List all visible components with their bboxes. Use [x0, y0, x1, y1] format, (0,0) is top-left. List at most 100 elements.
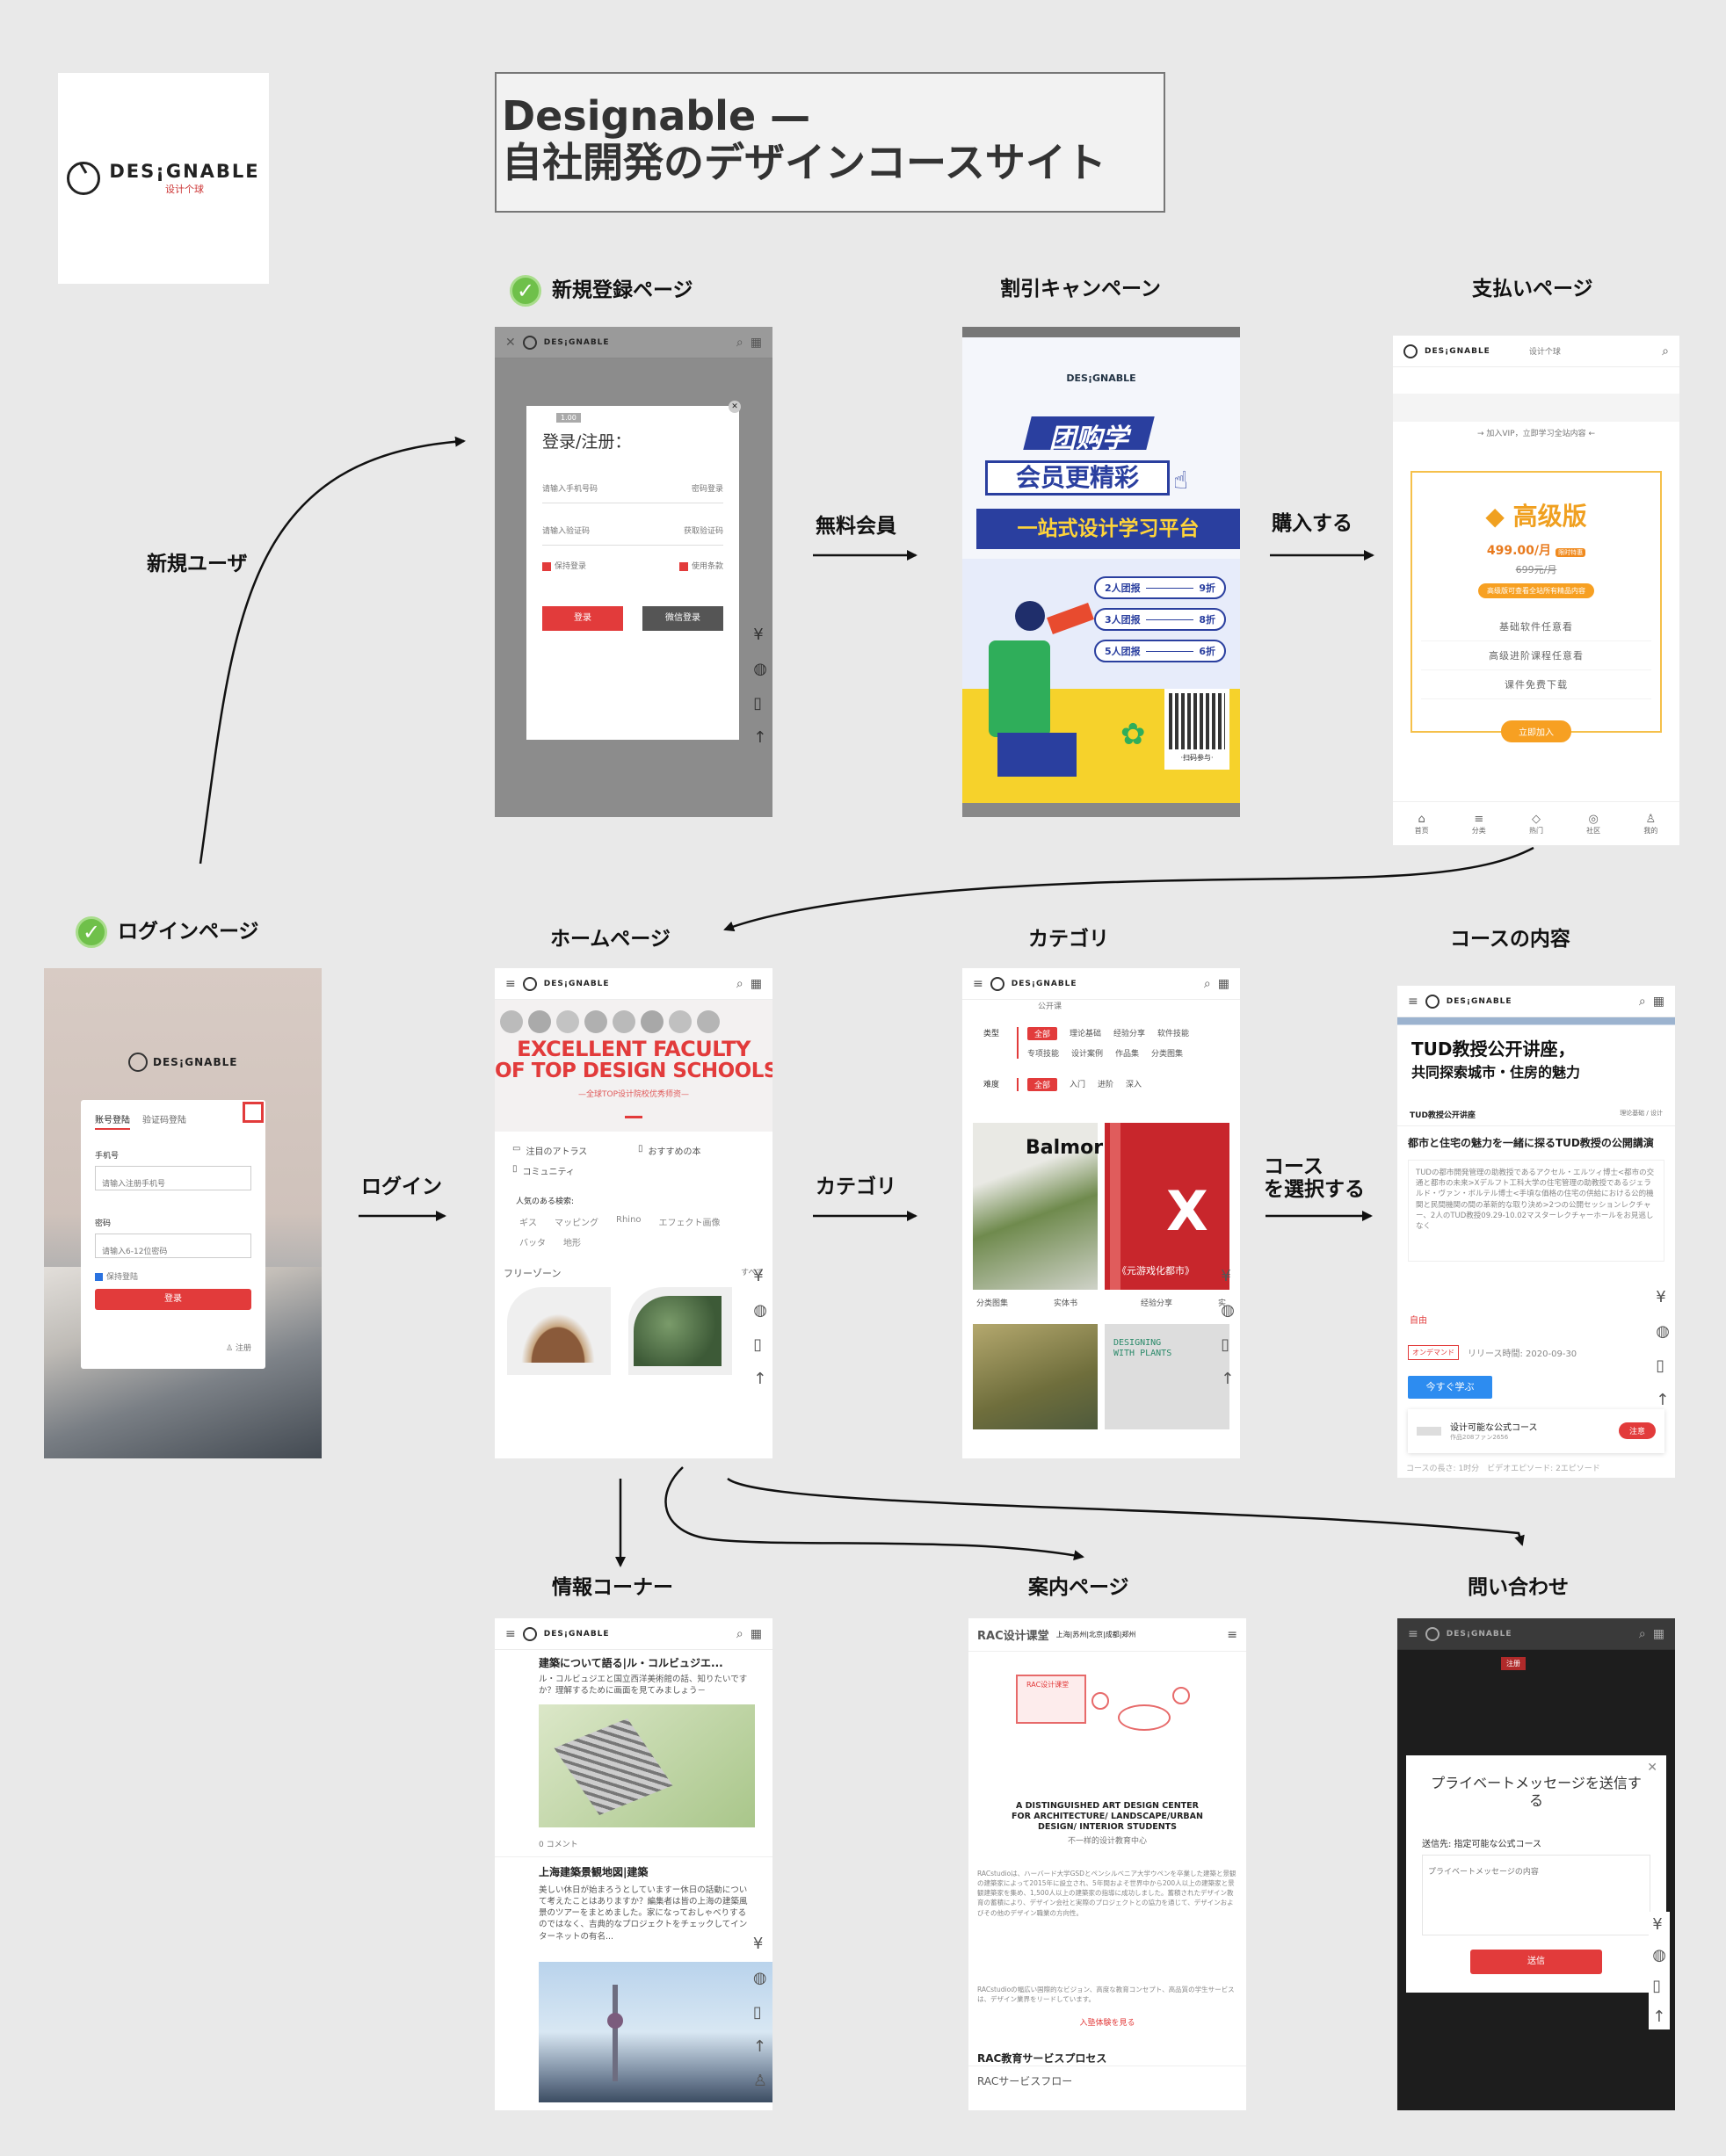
user-icon[interactable]: ♙	[753, 2072, 767, 2090]
home-menu-item[interactable]: ▯ コミュニティ	[512, 1164, 629, 1177]
password-input[interactable]: 请输入6-12位密码	[95, 1234, 251, 1258]
grid-icon[interactable]: ▦	[751, 977, 762, 991]
card-balmor[interactable]: Balmor	[973, 1123, 1103, 1290]
menu-icon[interactable]: ≡	[973, 977, 983, 991]
wechat-icon[interactable]: ◍	[753, 1969, 767, 1987]
send-button[interactable]: 送信	[1470, 1950, 1602, 1974]
phone-input[interactable]: 请输入手机号码	[542, 482, 598, 494]
yen-icon[interactable]: ¥	[1221, 1267, 1235, 1285]
close-icon[interactable]: ✕	[505, 336, 516, 350]
wechat-login-button[interactable]: 微信登录	[642, 606, 723, 631]
yen-icon[interactable]: ¥	[1656, 1288, 1670, 1306]
type-filter[interactable]: 作品集	[1115, 1047, 1139, 1059]
type-filter[interactable]: 经验分享	[1113, 1027, 1145, 1040]
level-filter[interactable]: 全部	[1027, 1078, 1058, 1091]
level-filter[interactable]: 深入	[1126, 1078, 1142, 1091]
phone-icon[interactable]: ▯	[1221, 1335, 1235, 1354]
keep-login-checkbox[interactable]: 保持登陆	[95, 1270, 251, 1282]
home-menu-item[interactable]: ▭ 注目のアトラス	[512, 1144, 629, 1157]
phone-icon[interactable]: ▯	[753, 1335, 767, 1354]
tab-account-login[interactable]: 账号登陆	[95, 1112, 130, 1130]
home-menu-item[interactable]: ▯ おすすめの本	[638, 1144, 755, 1157]
get-code-button[interactable]: 获取验证码	[684, 525, 723, 536]
phone-icon[interactable]: ▯	[753, 2003, 767, 2022]
search-icon[interactable]: ⌕	[1662, 344, 1669, 358]
phone-icon[interactable]: ▯	[1656, 1357, 1670, 1375]
join-button[interactable]: 立即加入	[1501, 720, 1571, 742]
level-filter[interactable]: 入门	[1070, 1078, 1085, 1091]
type-filter[interactable]: 软件技能	[1157, 1027, 1189, 1040]
search-tag[interactable]: 地形	[563, 1235, 581, 1248]
search-icon[interactable]: ⌕	[1204, 977, 1211, 991]
wechat-icon[interactable]: ◍	[1221, 1301, 1235, 1320]
tab-2[interactable]: ◇ 热门	[1529, 813, 1543, 836]
free-card-dome[interactable]	[507, 1287, 611, 1375]
top-arrow-icon[interactable]: ↑	[753, 2037, 767, 2056]
grid-icon[interactable]: ▦	[751, 1627, 762, 1641]
search-tag[interactable]: ギス	[519, 1215, 537, 1228]
grid-icon[interactable]: ▦	[1218, 977, 1229, 991]
article-1-image[interactable]	[539, 1704, 755, 1827]
tab-0[interactable]: ⌂ 首页	[1415, 813, 1429, 836]
tab-code-login[interactable]: 验证码登陆	[142, 1112, 186, 1130]
message-textarea[interactable]: プライベートメッセージの内容	[1422, 1855, 1650, 1935]
article-2-title[interactable]: 上海建築景観地図|建築	[495, 1864, 772, 1879]
register-tag[interactable]: 注册	[1501, 1657, 1526, 1670]
free-card-tree[interactable]	[628, 1287, 732, 1375]
modal-close-icon[interactable]: ✕	[1647, 1761, 1657, 1775]
wechat-icon[interactable]: ◍	[1652, 1946, 1666, 1964]
menu-icon[interactable]: ≡	[1408, 995, 1418, 1009]
article-1-title[interactable]: 建築について語る|ル・コルビュジエ...	[495, 1650, 772, 1670]
wechat-icon[interactable]: ◍	[753, 1301, 767, 1320]
login-button[interactable]: 登录	[95, 1289, 251, 1310]
card-x[interactable]: X 《元游戏化都市》	[1105, 1123, 1229, 1290]
type-filter[interactable]: 设计案例	[1071, 1047, 1103, 1059]
menu-icon[interactable]: ≡	[1227, 1628, 1237, 1642]
tab-4[interactable]: ♙ 我的	[1643, 813, 1657, 836]
qr-icon[interactable]	[243, 1102, 264, 1123]
top-arrow-icon[interactable]: ↑	[1656, 1391, 1670, 1409]
search-tag[interactable]: エフェクト画像	[659, 1215, 721, 1228]
search-tag[interactable]: マッピング	[555, 1215, 598, 1228]
tab-3[interactable]: ◎ 社区	[1586, 813, 1600, 836]
search-icon[interactable]: ⌕	[736, 336, 743, 350]
password-login-link[interactable]: 密码登录	[692, 482, 723, 494]
search-icon[interactable]: ⌕	[1639, 995, 1646, 1009]
phone-icon[interactable]: ▯	[1652, 1977, 1666, 1995]
type-filter[interactable]: 全部	[1027, 1027, 1058, 1040]
type-filter[interactable]: 理论基础	[1070, 1027, 1101, 1040]
login-button[interactable]: 登录	[542, 606, 623, 631]
yen-icon[interactable]: ¥	[1652, 1915, 1666, 1934]
yen-icon[interactable]: ¥	[753, 1267, 767, 1285]
tab-1[interactable]: ≡ 分类	[1472, 813, 1486, 836]
yen-icon[interactable]: ¥	[753, 1935, 767, 1953]
learn-now-button[interactable]: 今すぐ学ぶ	[1408, 1375, 1492, 1399]
article-2-image[interactable]	[539, 1961, 772, 2102]
search-icon[interactable]: ⌕	[1639, 1627, 1646, 1641]
faculty-banner[interactable]: EXCELLENT FACULTY OF TOP DESIGN SCHOOLS …	[495, 1000, 772, 1132]
wechat-icon[interactable]: ◍	[753, 660, 767, 678]
menu-icon[interactable]: ≡	[505, 1627, 516, 1641]
search-icon[interactable]: ⌕	[736, 1627, 743, 1641]
modal-close-icon[interactable]: ✕	[729, 401, 741, 413]
keep-login-checkbox[interactable]: 保持登录	[542, 560, 586, 571]
menu-icon[interactable]: ≡	[505, 977, 516, 991]
card-plants[interactable]: DESIGNING WITH PLANTS	[1105, 1324, 1229, 1429]
card-garden[interactable]	[973, 1324, 1098, 1429]
search-tag[interactable]: バッタ	[519, 1235, 546, 1248]
top-arrow-icon[interactable]: ↑	[753, 728, 767, 747]
follow-button[interactable]: 注意	[1618, 1422, 1656, 1440]
top-arrow-icon[interactable]: ↑	[1221, 1370, 1235, 1388]
terms-checkbox[interactable]: 使用条款	[678, 560, 723, 571]
type-filter[interactable]: 分类图集	[1151, 1047, 1183, 1059]
phone-icon[interactable]: ▯	[753, 694, 767, 713]
experience-link[interactable]: 入塾体験を見る	[968, 2016, 1246, 2028]
search-icon[interactable]: ⌕	[736, 977, 743, 991]
grid-icon[interactable]: ▦	[1653, 995, 1664, 1009]
search-tag[interactable]: Rhino	[616, 1215, 642, 1228]
yen-icon[interactable]: ¥	[753, 626, 767, 644]
grid-icon[interactable]: ▦	[1653, 1627, 1664, 1641]
grid-icon[interactable]: ▦	[751, 336, 762, 350]
phone-input[interactable]: 请输入注册手机号	[95, 1166, 251, 1190]
type-filter[interactable]: 专项技能	[1027, 1047, 1059, 1059]
